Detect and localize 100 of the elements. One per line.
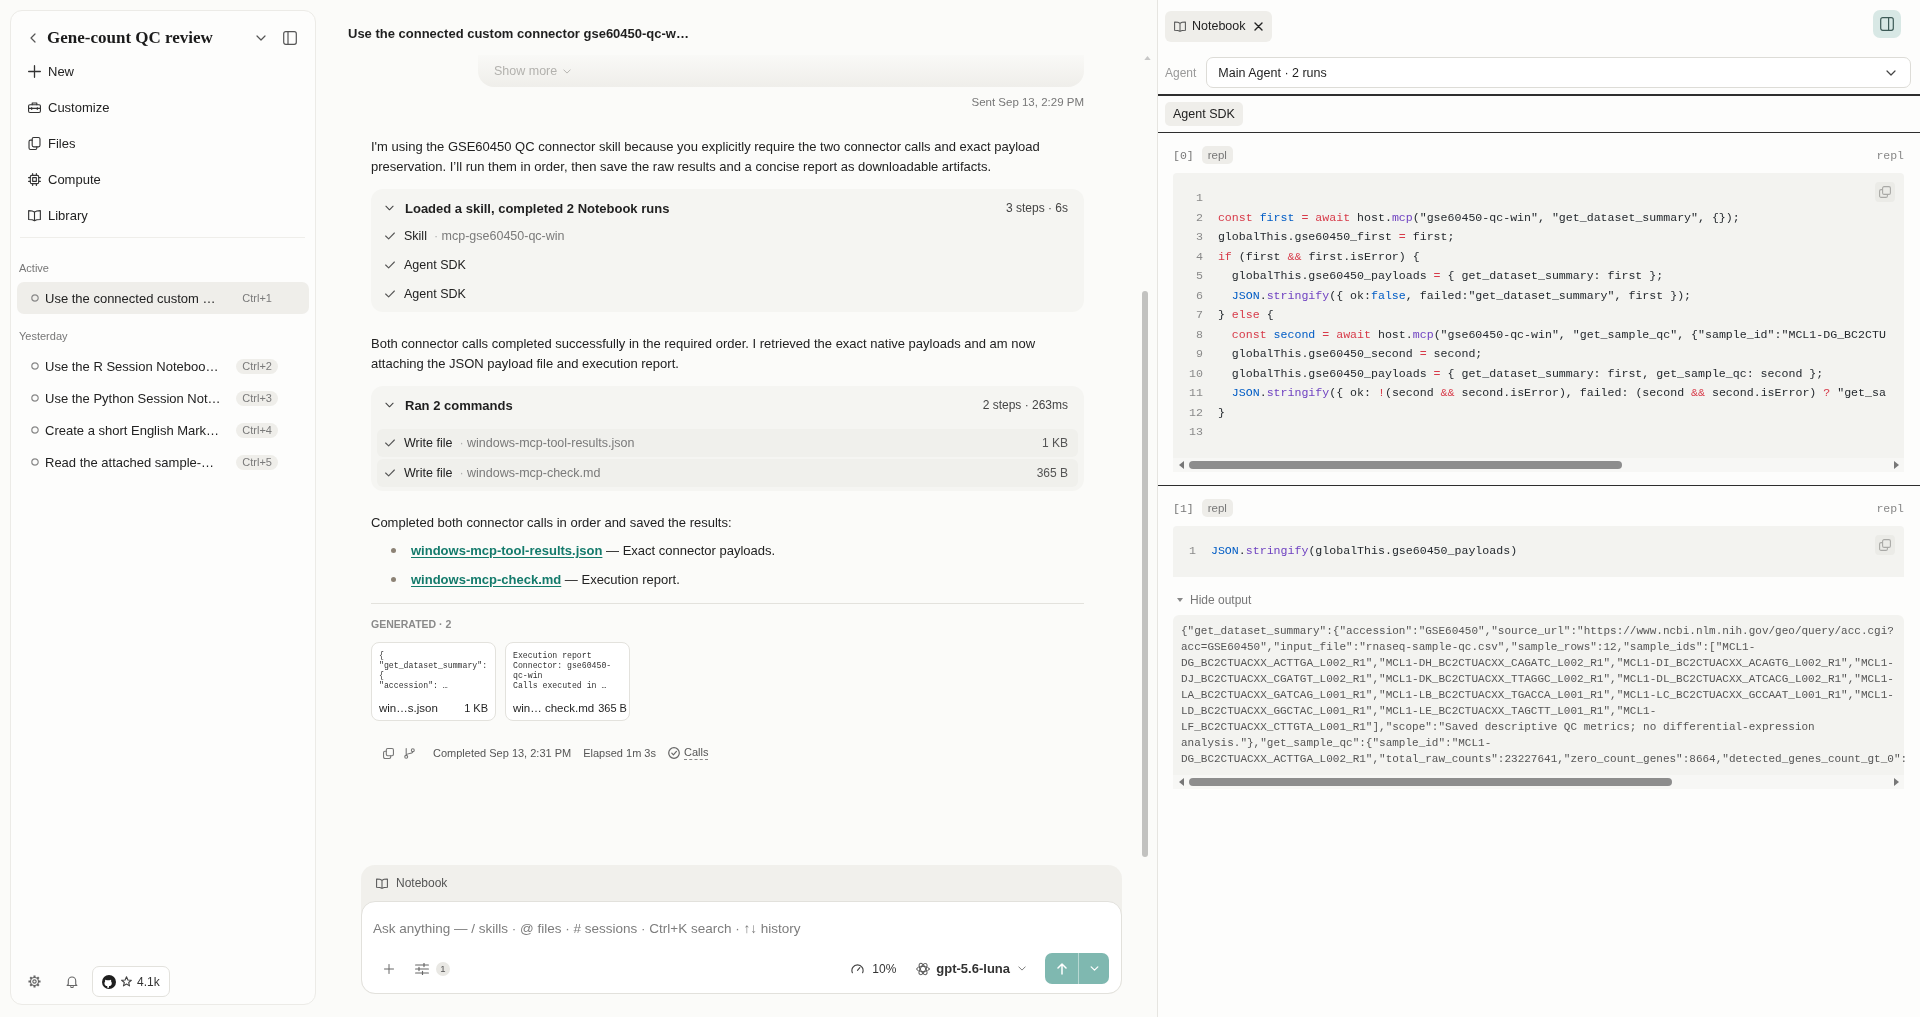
shortcut-badge: Ctrl+5 bbox=[236, 454, 278, 470]
shortcut-badge: Ctrl+3 bbox=[236, 390, 278, 406]
step-detail: · windows-mcp-tool-results.json bbox=[459, 436, 635, 450]
chevron-down-icon bbox=[563, 68, 572, 74]
code-line: globalThis.gse60450_second = second; bbox=[1230, 347, 1483, 361]
code-line: globalThis.gse60450_payloads = { get_dataset_summary: first }; bbox=[1230, 269, 1664, 283]
scroll-right-icon[interactable] bbox=[1894, 777, 1899, 786]
shortcut-badge: Ctrl+4 bbox=[236, 422, 278, 438]
field-label: Agent bbox=[1165, 65, 1197, 80]
file-size: 1 KB bbox=[463, 702, 488, 715]
nav-item[interactable]: New bbox=[24, 57, 78, 85]
github-star-button[interactable]: 4.1k bbox=[92, 966, 170, 997]
gauge-icon bbox=[851, 963, 865, 974]
context-usage: 10% bbox=[872, 961, 897, 976]
toolbox-icon bbox=[28, 100, 41, 114]
session-item[interactable]: Use the Python Session Not… Ctrl+3 bbox=[17, 382, 309, 414]
line-number: 8 bbox=[1194, 327, 1203, 341]
message-text: I'm using the GSE60450 QC connector skill because you explicitly require the two connector calls and exact payload preservation. I’ll run them in order, then save the raw results and a concise report as downloadable artifacts. bbox=[371, 138, 1041, 176]
sidebar-panel-icon bbox=[1880, 17, 1894, 31]
step-label: Agent SDK bbox=[404, 286, 466, 301]
cell-language: repl bbox=[1876, 501, 1904, 515]
line-number: 11 bbox=[1189, 386, 1203, 400]
file-link[interactable]: windows-mcp-check.md bbox=[411, 571, 562, 587]
branch-icon[interactable] bbox=[404, 747, 415, 759]
line-number: 10 bbox=[1189, 366, 1203, 380]
cell-tag: repl bbox=[1201, 146, 1233, 164]
check-icon bbox=[385, 260, 395, 269]
steps-toggle[interactable]: Ran 2 commands bbox=[385, 397, 513, 413]
chip-icon bbox=[28, 172, 41, 186]
copy-icon[interactable] bbox=[383, 747, 394, 759]
session-item[interactable]: Use the connected custom … Ctrl+1 bbox=[17, 282, 309, 314]
send-button[interactable] bbox=[1045, 953, 1078, 984]
check-circle-icon bbox=[667, 747, 680, 759]
line-number: 13 bbox=[1189, 425, 1203, 439]
steps-toggle[interactable]: Loaded a skill, completed 2 Notebook runs bbox=[385, 200, 670, 216]
agent-select[interactable]: Main Agent · 2 runs bbox=[1206, 57, 1911, 88]
chevron-left-icon[interactable] bbox=[30, 33, 36, 43]
sliders-icon[interactable] bbox=[415, 962, 429, 975]
output-toggle[interactable]: Hide output bbox=[1177, 591, 1252, 608]
code-line: JSON.stringify(globalThis.gse60450_payloads) bbox=[1210, 544, 1518, 558]
nav-item[interactable]: Library bbox=[24, 201, 92, 229]
code-line: JSON.stringify({ ok:false, failed:"get_dataset_summary", first }); bbox=[1230, 288, 1692, 302]
cell-index: [1] bbox=[1173, 501, 1194, 515]
sidebar-toggle-icon[interactable] bbox=[283, 31, 297, 45]
step-label: Write file bbox=[404, 466, 453, 480]
steps-summary: 3 steps · 6s bbox=[1005, 201, 1068, 215]
atom-icon bbox=[916, 961, 931, 976]
message-text: Completed both connector calls in order and saved the results: bbox=[371, 514, 733, 532]
code-line: globalThis.gse60450_payloads = { get_dataset_summary: first, get_sample_qc: second }; bbox=[1230, 366, 1824, 380]
filter-chip[interactable]: Agent SDK bbox=[1165, 101, 1243, 126]
code-line: } bbox=[1217, 405, 1225, 419]
arrow-up-icon bbox=[1056, 962, 1067, 975]
plus-icon[interactable] bbox=[384, 963, 394, 974]
scrollbar-thumb[interactable] bbox=[1189, 460, 1622, 469]
line-number: 6 bbox=[1194, 288, 1203, 302]
scroll-left-icon[interactable] bbox=[1179, 777, 1184, 786]
panel-toggle-button[interactable] bbox=[1873, 10, 1901, 38]
file-preview: Execution report Connector: gse60450- qc-win Calls executed in … bbox=[513, 651, 612, 691]
file-size: 1 KB bbox=[1042, 436, 1068, 450]
bell-icon[interactable] bbox=[66, 975, 78, 988]
session-item[interactable]: Create a short English Mark… Ctrl+4 bbox=[17, 414, 309, 446]
cell-index: [0] bbox=[1173, 148, 1194, 162]
scrollbar-thumb[interactable] bbox=[1142, 291, 1148, 857]
nav-item[interactable]: Files bbox=[24, 129, 80, 157]
file-card[interactable]: Execution report Connector: gse60450- qc-win Calls executed in … win… check.md 365 B bbox=[505, 642, 630, 721]
file-link[interactable]: windows-mcp-tool-results.json bbox=[411, 542, 603, 558]
chevron-down-icon bbox=[1089, 966, 1099, 971]
line-number: 9 bbox=[1194, 347, 1203, 361]
line-number: 7 bbox=[1194, 308, 1203, 322]
message-input[interactable]: Ask anything — / skills · @ files · # sessions · Ctrl+K search · ↑↓ history bbox=[373, 917, 1109, 939]
line-number: 1 bbox=[1189, 544, 1196, 558]
nav-item[interactable]: Compute bbox=[24, 165, 105, 193]
scroll-right-icon[interactable] bbox=[1894, 460, 1899, 469]
calls-link[interactable]: Calls bbox=[667, 746, 709, 760]
scrollbar-thumb[interactable] bbox=[1189, 777, 1672, 786]
completed-time: Completed Sep 13, 2:31 PM bbox=[433, 747, 572, 759]
close-icon[interactable] bbox=[1253, 21, 1263, 31]
nav-item[interactable]: Customize bbox=[24, 93, 114, 121]
files-icon bbox=[28, 136, 41, 150]
model-selector[interactable]: gpt-5.6-luna bbox=[916, 961, 1026, 976]
book-icon bbox=[376, 877, 388, 889]
panel-tab[interactable]: Notebook bbox=[1165, 10, 1272, 42]
code-line: const first = await host.mcp("gse60450-qc-win", "get_dataset_summary", {}); bbox=[1217, 210, 1740, 224]
star-icon bbox=[121, 976, 132, 987]
cell-tag: repl bbox=[1201, 499, 1233, 517]
file-size: 365 B bbox=[1036, 466, 1068, 480]
elapsed-time: Elapsed 1m 3s bbox=[583, 747, 656, 759]
file-card[interactable]: { "get_dataset_summary": { "accession": … win…s.json 1 KB bbox=[371, 642, 496, 721]
scroll-left-icon[interactable] bbox=[1179, 460, 1184, 469]
session-item[interactable]: Use the R Session Noteboo… Ctrl+2 bbox=[17, 350, 309, 382]
chevron-down-icon[interactable] bbox=[256, 35, 266, 41]
command-output: {"get_dataset_summary":{"accession":"GSE60450","source_url":"https://www.ncbi.nlm.nih.gov/geo/query/acc.cgi? acc=GSE60450","input_file":"rnaseq-sample-qc.csv","sample_rows":12,"sample_ids":["MCL1- DG_BC2CTUACXX_ACTTGA_L002_R1","MCL1-DH_BC2CTUACXX_CAGATC_L002_R1","MCL1-DI_BC2CTUACXX_ACAGTG_L002_R1","MCL1- DJ_BC2CTUACXX_CGATGT_L002_R1","MCL1-DK_BC2CTUACXX_TTAGGC_L002_R1","MCL1-DL_BC2CTUACXX_ATCACG_L002_R1","MCL1- LA_BC2CTUACXX_GATCAG_L001_R1","MCL1-LB_BC2CTUACXX_TGACCA_L001_R1","MCL1-LC_BC2CTUACXX_GCCAAT_L001_R1","MCL1- LD_BC2CTUACXX_GGCTAC_L001_R1","MCL1-LE_BC2CTUACXX_TAGCTT_L001_R1","MCL1- LF_BC2CTUACXX_CTTGTA_L001_R1"],"scope":"Saved descriptive QC metrics; no differential-expression analysis."},"get_sample_qc":{"sample_id":"MCL1- DG_BC2CTUACXX_ACTTGA_L002_R1","total_raw_counts":23227641,"zero_count_genes":8664,"detected_genes_count_gt_0": bbox=[1173, 614, 1904, 775]
settings-icon[interactable] bbox=[28, 975, 41, 988]
sent-time: Sent Sep 13, 2:29 PM bbox=[971, 95, 1084, 110]
file-name: win… check.md bbox=[513, 702, 595, 715]
session-item[interactable]: Read the attached sample-… Ctrl+5 bbox=[17, 446, 309, 478]
ring-icon bbox=[31, 362, 39, 370]
step-label: Agent SDK bbox=[404, 257, 466, 272]
bullet-icon bbox=[391, 547, 396, 553]
code-line: JSON.stringify({ ok: !(second && second.isError), failed: (second && second.isError) ? "get_sa bbox=[1230, 386, 1886, 400]
